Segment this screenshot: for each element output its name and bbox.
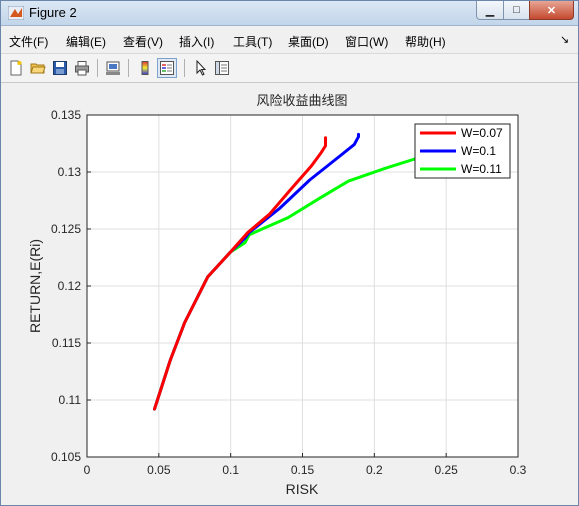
legend-entry: W=0.07 — [461, 126, 503, 140]
legend[interactable]: W=0.07 W=0.1 W=0.11 — [414, 123, 511, 179]
y-tick-label: 0.135 — [51, 108, 81, 122]
y-tick-label: 0.105 — [51, 450, 81, 464]
legend-entry: W=0.11 — [461, 162, 502, 176]
y-tick-label: 0.11 — [59, 393, 82, 407]
y-axis-label: RETURN,E(Ri) — [27, 239, 43, 333]
x-tick-label: 0.25 — [434, 463, 458, 477]
risk-return-chart: 0 0.05 0.1 0.15 0.2 0.25 0.3 0.1050.110.1150.1… — [27, 93, 527, 497]
x-tick-label: 0.2 — [366, 463, 383, 477]
x-tick-label: 0.3 — [510, 463, 527, 477]
y-tick-labels: 0.105 0.11 0.115 0.12 0.125 0.13 0.135 — [51, 108, 81, 464]
x-axis-label: RISK — [286, 481, 319, 497]
figure-window: Figure 2 ▁ □ ✕ 文件(F) 编辑(E) 查看(V) 插入(I) 工… — [0, 0, 579, 506]
x-tick-label: 0.15 — [291, 463, 315, 477]
x-tick-labels: 0 0.05 0.1 0.15 0.2 0.25 0.3 — [84, 463, 527, 477]
legend-entry: W=0.1 — [461, 144, 496, 158]
x-tick-label: 0.05 — [147, 463, 171, 477]
y-tick-label: 0.12 — [58, 279, 82, 293]
y-tick-label: 0.13 — [58, 165, 82, 179]
x-tick-label: 0.1 — [222, 463, 239, 477]
y-tick-label: 0.125 — [51, 222, 81, 236]
y-tick-label: 0.115 — [52, 336, 81, 350]
x-tick-label: 0 — [84, 463, 91, 477]
chart-title: 风险收益曲线图 — [256, 93, 347, 108]
